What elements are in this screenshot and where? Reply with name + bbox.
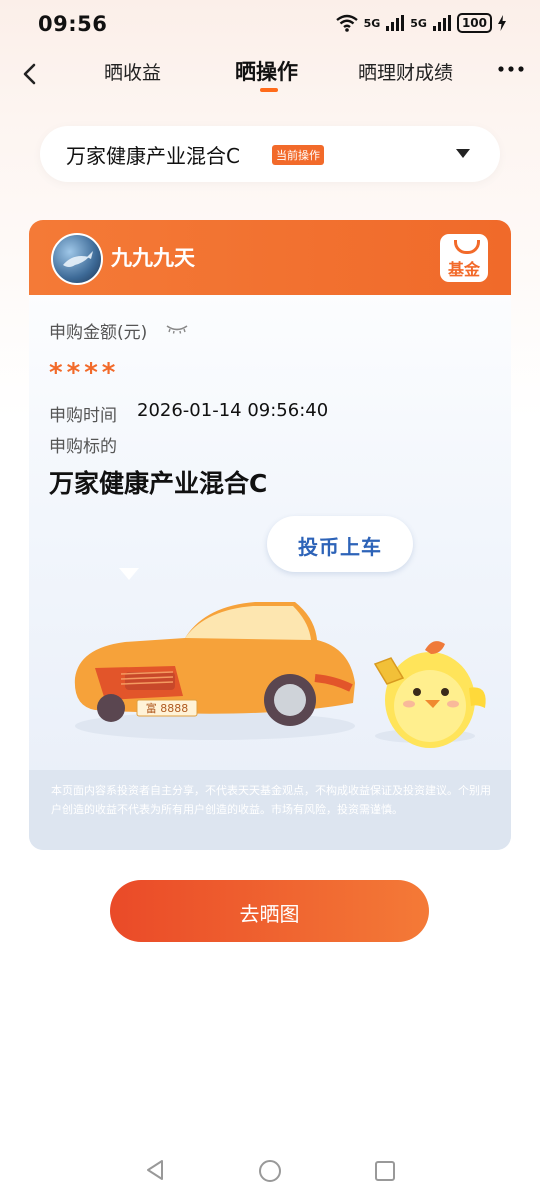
charging-icon <box>498 15 506 31</box>
card-header: 九九九天 基金 <box>29 220 511 295</box>
caret-down-icon <box>456 149 470 158</box>
eye-closed-icon[interactable] <box>166 324 188 334</box>
network-5g-label-2: 5G <box>410 16 427 30</box>
more-icon[interactable] <box>498 66 524 72</box>
speech-bubble: 投币上车 <box>267 516 413 572</box>
disclaimer-text: 本页面内容系投资者自主分享，不代表天天基金观点，不构成收益保证及投资建议。个别用… <box>51 784 491 816</box>
current-operation-badge: 当前操作 <box>272 145 324 165</box>
purchase-time-label: 申购时间 <box>49 406 117 426</box>
tab-share-wealth-results[interactable]: 晒理财成绩 <box>358 58 453 85</box>
car-chick-illustration: 富 8888 <box>74 602 486 748</box>
status-time: 09:56 <box>38 12 108 36</box>
go-share-image-label: 去晒图 <box>239 902 300 926</box>
back-arrow-icon[interactable] <box>18 62 42 86</box>
fund-logo-mark-icon <box>454 240 480 254</box>
tab-share-operation[interactable]: 晒操作 <box>235 56 298 86</box>
signal-icon-2 <box>432 15 451 31</box>
network-5g-label: 5G <box>363 16 381 30</box>
purchase-target-label: 申购标的 <box>49 437 117 457</box>
license-plate-text: 富 8888 <box>146 701 189 715</box>
tab-share-earnings[interactable]: 晒收益 <box>104 58 161 85</box>
fund-logo: 基金 <box>440 234 488 282</box>
fund-selector-dropdown[interactable]: 万家健康产业混合C 当前操作 <box>40 126 500 182</box>
status-bar: 09:56 5G 5G 100 <box>0 0 540 50</box>
battery-icon: 100 <box>456 13 492 33</box>
top-nav: 晒收益 晒操作 晒理财成绩 <box>0 50 540 100</box>
speech-bubble-tail <box>119 568 139 580</box>
wifi-icon <box>335 14 358 32</box>
amount-label: 申购金额(元) <box>49 323 148 343</box>
system-nav-bar <box>0 1150 540 1190</box>
nav-back-triangle-icon[interactable] <box>144 1159 166 1181</box>
nav-recents-square-icon[interactable] <box>374 1160 396 1182</box>
avatar-whale-icon <box>63 251 93 267</box>
purchase-target-value: 万家健康产业混合C <box>49 469 268 498</box>
fund-logo-text: 基金 <box>447 260 480 279</box>
status-icons: 5G 5G 100 <box>335 13 506 33</box>
signal-icon <box>386 15 405 31</box>
share-card: 九九九天 基金 申购金额(元) **** 申购时间 2026-01-14 09:… <box>29 220 511 850</box>
nav-home-circle-icon[interactable] <box>258 1159 282 1183</box>
username: 九九九天 <box>111 246 195 270</box>
speech-bubble-text: 投币上车 <box>298 535 382 559</box>
selected-fund-name: 万家健康产业混合C <box>66 144 240 168</box>
amount-masked-value: **** <box>49 358 120 388</box>
active-tab-indicator <box>260 88 278 92</box>
purchase-time-value: 2026-01-14 09:56:40 <box>137 400 329 421</box>
go-share-image-button[interactable]: 去晒图 <box>110 880 429 942</box>
avatar <box>51 233 103 285</box>
